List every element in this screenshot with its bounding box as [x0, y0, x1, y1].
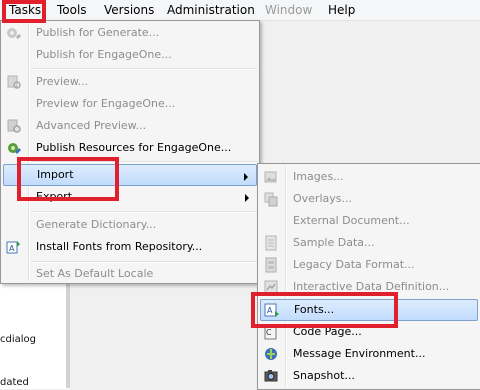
submenu-item-snapshot[interactable]: Snapshot... — [260, 365, 478, 387]
panel-text: dated — [0, 377, 29, 388]
menu-item-preview[interactable]: Preview... — [3, 71, 257, 93]
images-icon — [264, 171, 277, 183]
menu-bar: Tasks Tools Versions Administration Wind… — [0, 0, 480, 21]
annotation-box-import — [17, 157, 119, 201]
submenu-item-legacy-data-format[interactable]: Legacy Data Format... — [260, 254, 478, 276]
submenu-item-external-document[interactable]: External Document... — [260, 210, 478, 232]
menu-tools[interactable]: Tools — [57, 0, 87, 20]
publish-resources-icon — [8, 143, 21, 154]
panel-text: cdialog — [0, 334, 36, 345]
snapshot-icon — [264, 370, 278, 382]
menu-item-install-fonts[interactable]: A Install Fonts from Repository... — [3, 236, 257, 258]
annotation-box-tasks — [2, 0, 46, 23]
menu-item-advanced-preview[interactable]: Advanced Preview... — [3, 115, 257, 137]
legacy-data-icon — [265, 257, 277, 273]
tasks-menu: Publish for Generate... Publish for Enga… — [0, 20, 260, 284]
preview-icon — [7, 75, 21, 89]
menu-help[interactable]: Help — [328, 0, 355, 20]
menu-item-publish-generate[interactable]: Publish for Generate... — [3, 22, 257, 44]
menu-separator — [31, 68, 257, 70]
menu-administration[interactable]: Administration — [167, 0, 255, 20]
menu-item-generate-dictionary[interactable]: Generate Dictionary... — [3, 214, 257, 236]
menu-item-publish-resources[interactable]: Publish Resources for EngageOne... — [3, 137, 257, 159]
submenu-item-images[interactable]: Images... — [260, 166, 478, 188]
menu-item-default-locale[interactable]: Set As Default Locale — [3, 263, 257, 285]
submenu-arrow-icon — [244, 173, 248, 181]
menu-separator — [31, 211, 257, 213]
svg-text:C: C — [266, 328, 272, 337]
annotation-box-fonts — [251, 292, 398, 328]
submenu-item-sample-data[interactable]: Sample Data... — [260, 232, 478, 254]
submenu-arrow-icon — [245, 194, 249, 202]
advanced-preview-icon — [7, 119, 21, 133]
publish-icon — [7, 28, 21, 39]
submenu-item-overlays[interactable]: Overlays... — [260, 188, 478, 210]
message-environment-icon — [265, 348, 277, 360]
menu-item-preview-engageone[interactable]: Preview for EngageOne... — [3, 93, 257, 115]
submenu-item-message-environment[interactable]: Message Environment... — [260, 343, 478, 365]
menu-versions[interactable]: Versions — [104, 0, 154, 20]
svg-text:A: A — [9, 244, 15, 253]
menu-window[interactable]: Window — [265, 0, 312, 20]
sample-data-icon — [265, 235, 277, 251]
left-panel-scrollbar[interactable] — [66, 282, 70, 388]
menu-item-publish-engageone[interactable]: Publish for EngageOne... — [3, 44, 257, 66]
import-submenu: Images... Overlays... External Document.… — [257, 163, 480, 390]
overlays-icon — [264, 192, 278, 207]
install-fonts-icon: A — [6, 241, 20, 254]
